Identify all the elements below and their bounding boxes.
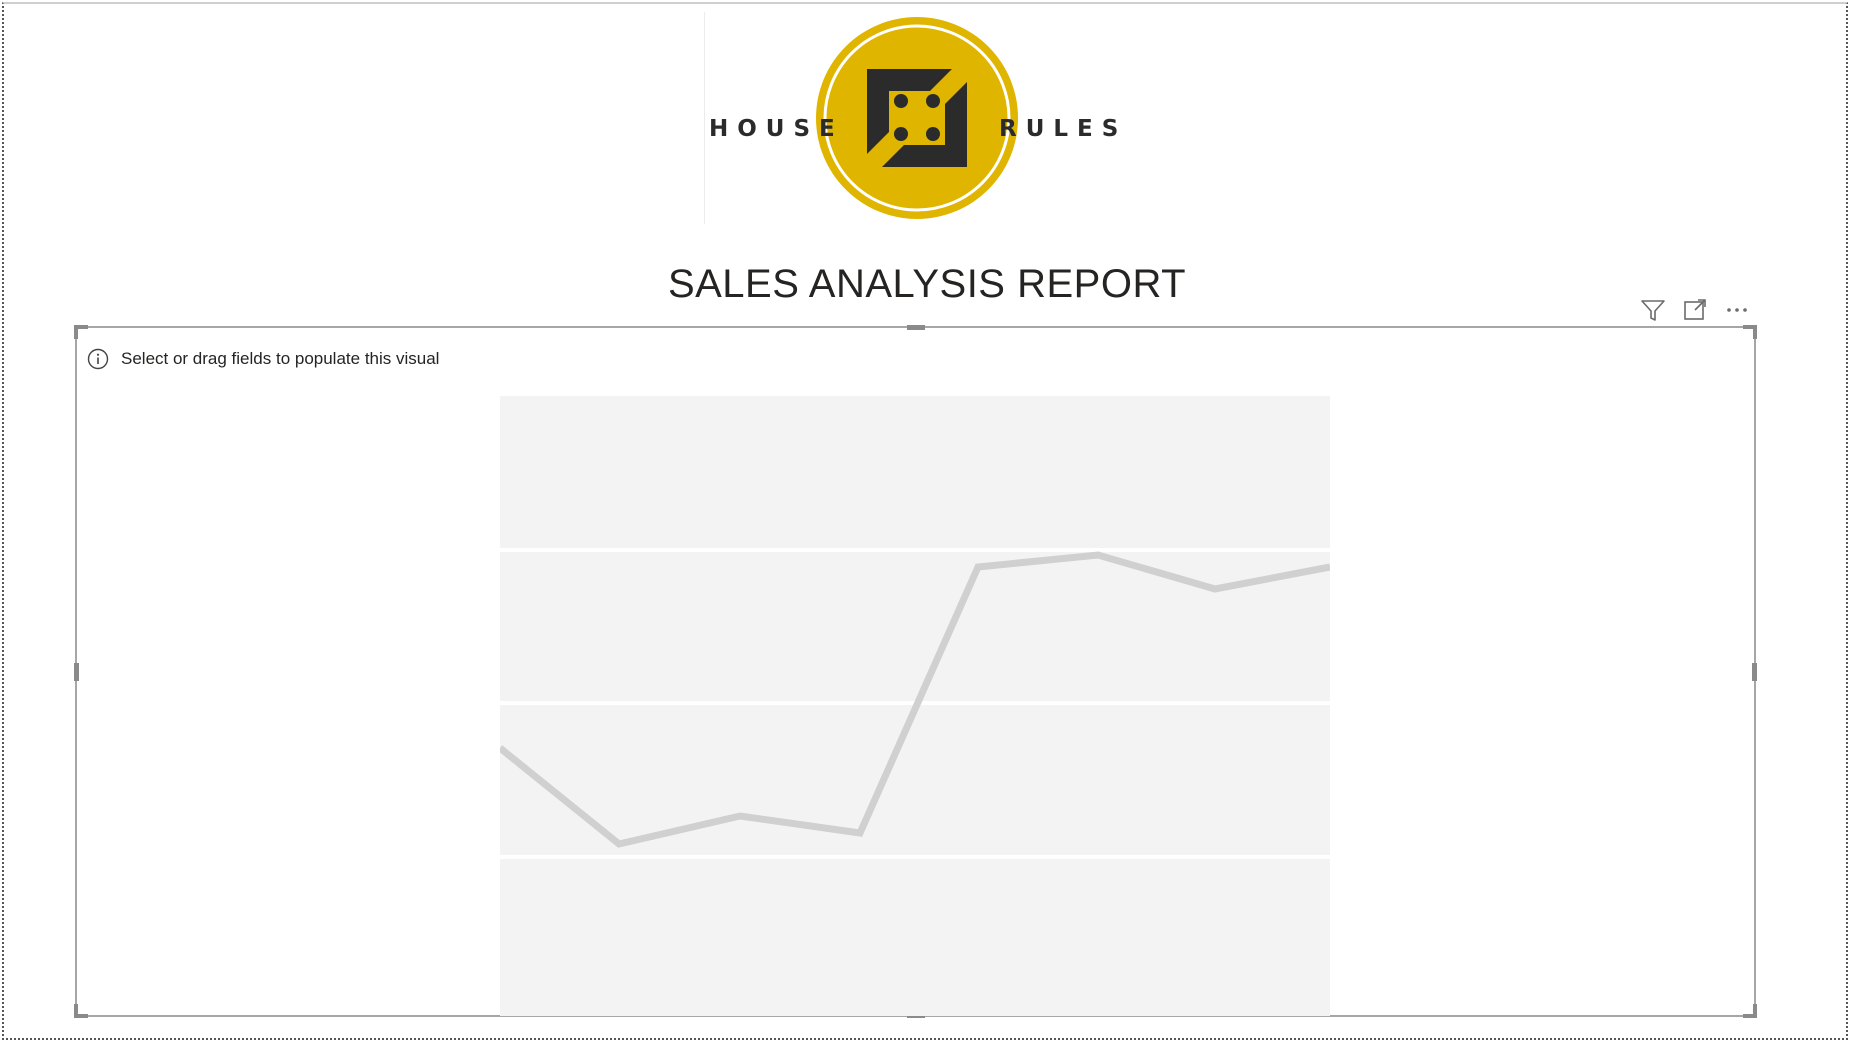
logo-word-rules: RULES <box>999 116 1128 142</box>
house-rules-logo: HOUSE RULES <box>700 12 1130 228</box>
populate-visual-hint: Select or drag fields to populate this v… <box>87 348 439 370</box>
report-title: SALES ANALYSIS REPORT <box>667 262 1187 306</box>
logo-pip <box>926 127 940 141</box>
resize-handle-top-right[interactable] <box>1743 325 1757 339</box>
placeholder-line <box>500 551 1330 848</box>
placeholder-graphic <box>500 548 1330 859</box>
logo-pip <box>894 94 908 108</box>
logo-gold-circle <box>816 17 1018 219</box>
logo-word-house: HOUSE <box>709 116 844 142</box>
hint-text: Select or drag fields to populate this v… <box>121 349 440 368</box>
empty-visual-container[interactable]: Select or drag fields to populate this v… <box>74 325 1757 1018</box>
info-icon <box>87 348 109 370</box>
resize-handle-bottom-right[interactable] <box>1743 1004 1757 1018</box>
logo-pip <box>894 127 908 141</box>
more-options-icon[interactable] <box>1723 296 1751 324</box>
line-chart-placeholder <box>500 396 1330 1016</box>
resize-handle-top-left[interactable] <box>74 325 88 339</box>
logo-pip <box>926 94 940 108</box>
focus-mode-icon[interactable] <box>1681 296 1709 324</box>
resize-handle-right[interactable] <box>1752 662 1757 681</box>
resize-handle-bottom-left[interactable] <box>74 1004 88 1018</box>
resize-handle-top[interactable] <box>906 325 925 330</box>
filter-icon[interactable] <box>1639 296 1667 324</box>
resize-handle-left[interactable] <box>74 662 79 681</box>
